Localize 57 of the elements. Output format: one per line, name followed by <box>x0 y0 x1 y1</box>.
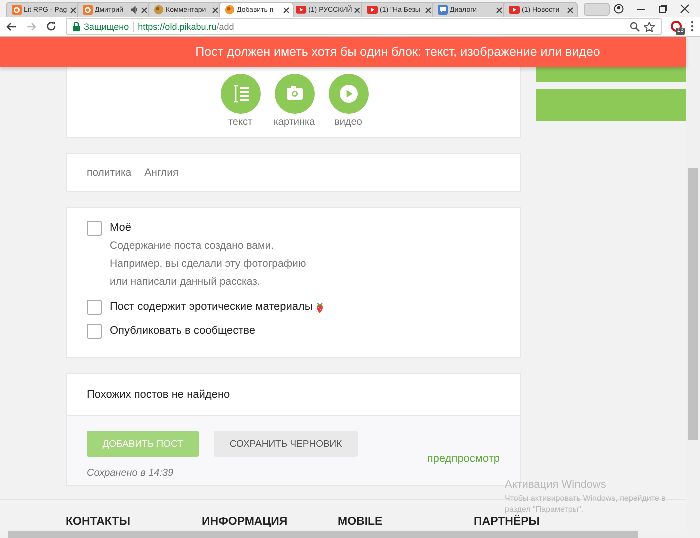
close-icon[interactable] <box>283 6 290 14</box>
footer-heading: ИНФОРМАЦИЯ <box>202 516 289 528</box>
close-icon[interactable] <box>680 4 690 14</box>
site-icon <box>83 5 93 15</box>
checkbox[interactable] <box>87 324 102 339</box>
star-icon[interactable] <box>644 22 655 32</box>
add-block-button[interactable]: текст <box>220 74 260 137</box>
close-icon[interactable] <box>70 6 77 14</box>
site-icon <box>12 5 22 15</box>
extension-icon[interactable] <box>671 21 682 32</box>
option-description: Например, вы сделали эту фотографию <box>110 257 306 272</box>
close-icon[interactable] <box>567 6 574 14</box>
restore-icon[interactable] <box>658 4 668 14</box>
lock-icon <box>73 22 80 31</box>
option-description: Содержание поста создано вами. <box>110 239 276 254</box>
option-label: Моё <box>110 221 132 236</box>
tag[interactable]: Англия <box>144 166 179 178</box>
footer-heading: ПАРТНЁРЫ <box>474 516 542 528</box>
menu-icon[interactable] <box>691 21 694 32</box>
url-text: https://old.pikabu.ru/add <box>138 22 234 32</box>
option-label: Опубликовать в сообществе <box>110 324 256 339</box>
option-label: Пост содержит эротические материалы <box>110 300 313 315</box>
tag[interactable]: политика <box>87 166 132 178</box>
chat-icon <box>438 5 448 15</box>
speaker-icon[interactable] <box>131 6 139 14</box>
block-type-icon <box>220 74 260 114</box>
back-icon[interactable] <box>6 22 17 32</box>
reload-icon[interactable] <box>46 21 57 32</box>
option-description: или написали данный рассказ. <box>110 275 262 290</box>
saved-time: Сохранено в 14:39 <box>87 468 175 481</box>
close-icon[interactable] <box>141 6 148 14</box>
video-site-icon <box>367 5 378 15</box>
video-site-icon <box>509 5 520 15</box>
security-label: Защищено <box>84 22 130 32</box>
block-type-icon <box>328 74 368 114</box>
site-icon <box>154 5 164 15</box>
checkbox[interactable] <box>87 300 102 315</box>
close-icon[interactable] <box>354 6 361 14</box>
close-icon[interactable] <box>496 6 503 14</box>
add-block-button[interactable]: видео <box>328 74 368 137</box>
zoom-icon[interactable] <box>630 22 640 32</box>
add-block-button[interactable]: картинка <box>274 74 314 137</box>
user-icon[interactable] <box>614 4 624 14</box>
error-message: Пост должен иметь хотя бы один блок: текст, изображение или видео <box>194 45 600 59</box>
strawberry-icon <box>314 302 325 314</box>
activation-text: Чтобы активировать Windows, перейдите в раздел "Параметры". <box>505 493 667 515</box>
activation-title: Активация Windows <box>505 479 608 491</box>
close-icon[interactable] <box>212 6 219 14</box>
footer-heading: MOBILE <box>338 516 384 528</box>
block-type-icon <box>274 74 314 114</box>
close-icon[interactable] <box>425 6 432 14</box>
site-icon <box>225 5 235 15</box>
footer-heading: КОНТАКТЫ <box>66 516 132 528</box>
address-field[interactable]: Защищено https://old.pikabu.ru/add <box>66 18 662 35</box>
checkbox[interactable] <box>87 221 102 236</box>
video-site-icon <box>296 5 307 15</box>
save-draft-button[interactable]: СОХРАНИТЬ ЧЕРНОВИК <box>214 431 358 457</box>
